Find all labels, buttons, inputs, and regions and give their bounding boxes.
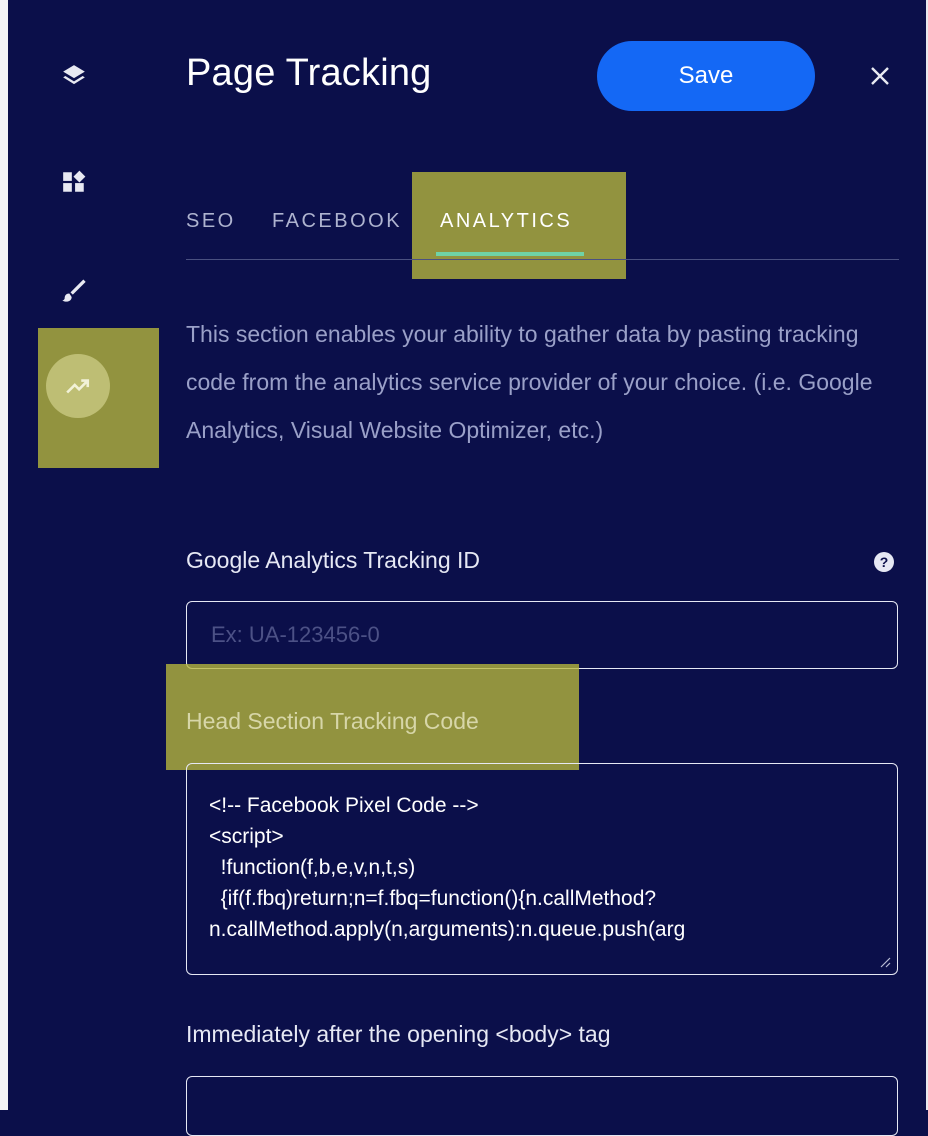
save-button[interactable]: Save: [597, 41, 815, 111]
head-code-textarea[interactable]: <!-- Facebook Pixel Code --> <script> !f…: [186, 763, 898, 975]
section-description: This section enables your ability to gat…: [186, 321, 873, 443]
code-line: n.callMethod.apply(n,arguments):n.queue.…: [209, 918, 686, 941]
trending-up-icon[interactable]: [46, 354, 110, 418]
page-title: Page Tracking: [186, 52, 432, 94]
code-line: <!-- Facebook Pixel Code -->: [209, 794, 479, 817]
sidebar: [8, 0, 159, 1110]
tab-seo[interactable]: SEO: [186, 210, 236, 233]
tracking-id-label: Google Analytics Tracking ID: [186, 547, 481, 573]
body-code-textarea[interactable]: [186, 1076, 898, 1136]
brush-icon[interactable]: [56, 272, 92, 308]
tab-facebook[interactable]: FACEBOOK: [272, 210, 402, 233]
layers-icon[interactable]: [56, 58, 92, 94]
code-line: {if(f.fbq)return;n=f.fbq=function(){n.ca…: [209, 887, 657, 910]
head-code-label: Head Section Tracking Code: [186, 708, 479, 734]
code-line: !function(f,b,e,v,n,t,s): [209, 856, 416, 879]
body-code-label: Immediately after the opening <body> tag: [186, 1021, 611, 1047]
tab-analytics[interactable]: ANALYTICS: [440, 210, 572, 233]
close-icon[interactable]: [862, 58, 898, 94]
resize-handle-icon[interactable]: [879, 956, 891, 968]
tracking-id-input[interactable]: [186, 601, 898, 669]
page-edge: [0, 0, 8, 1110]
active-tab-indicator: [436, 252, 584, 256]
widgets-icon[interactable]: [56, 164, 92, 200]
code-line: <script>: [209, 825, 284, 848]
help-icon[interactable]: ?: [874, 552, 894, 572]
tab-divider: [186, 259, 899, 260]
